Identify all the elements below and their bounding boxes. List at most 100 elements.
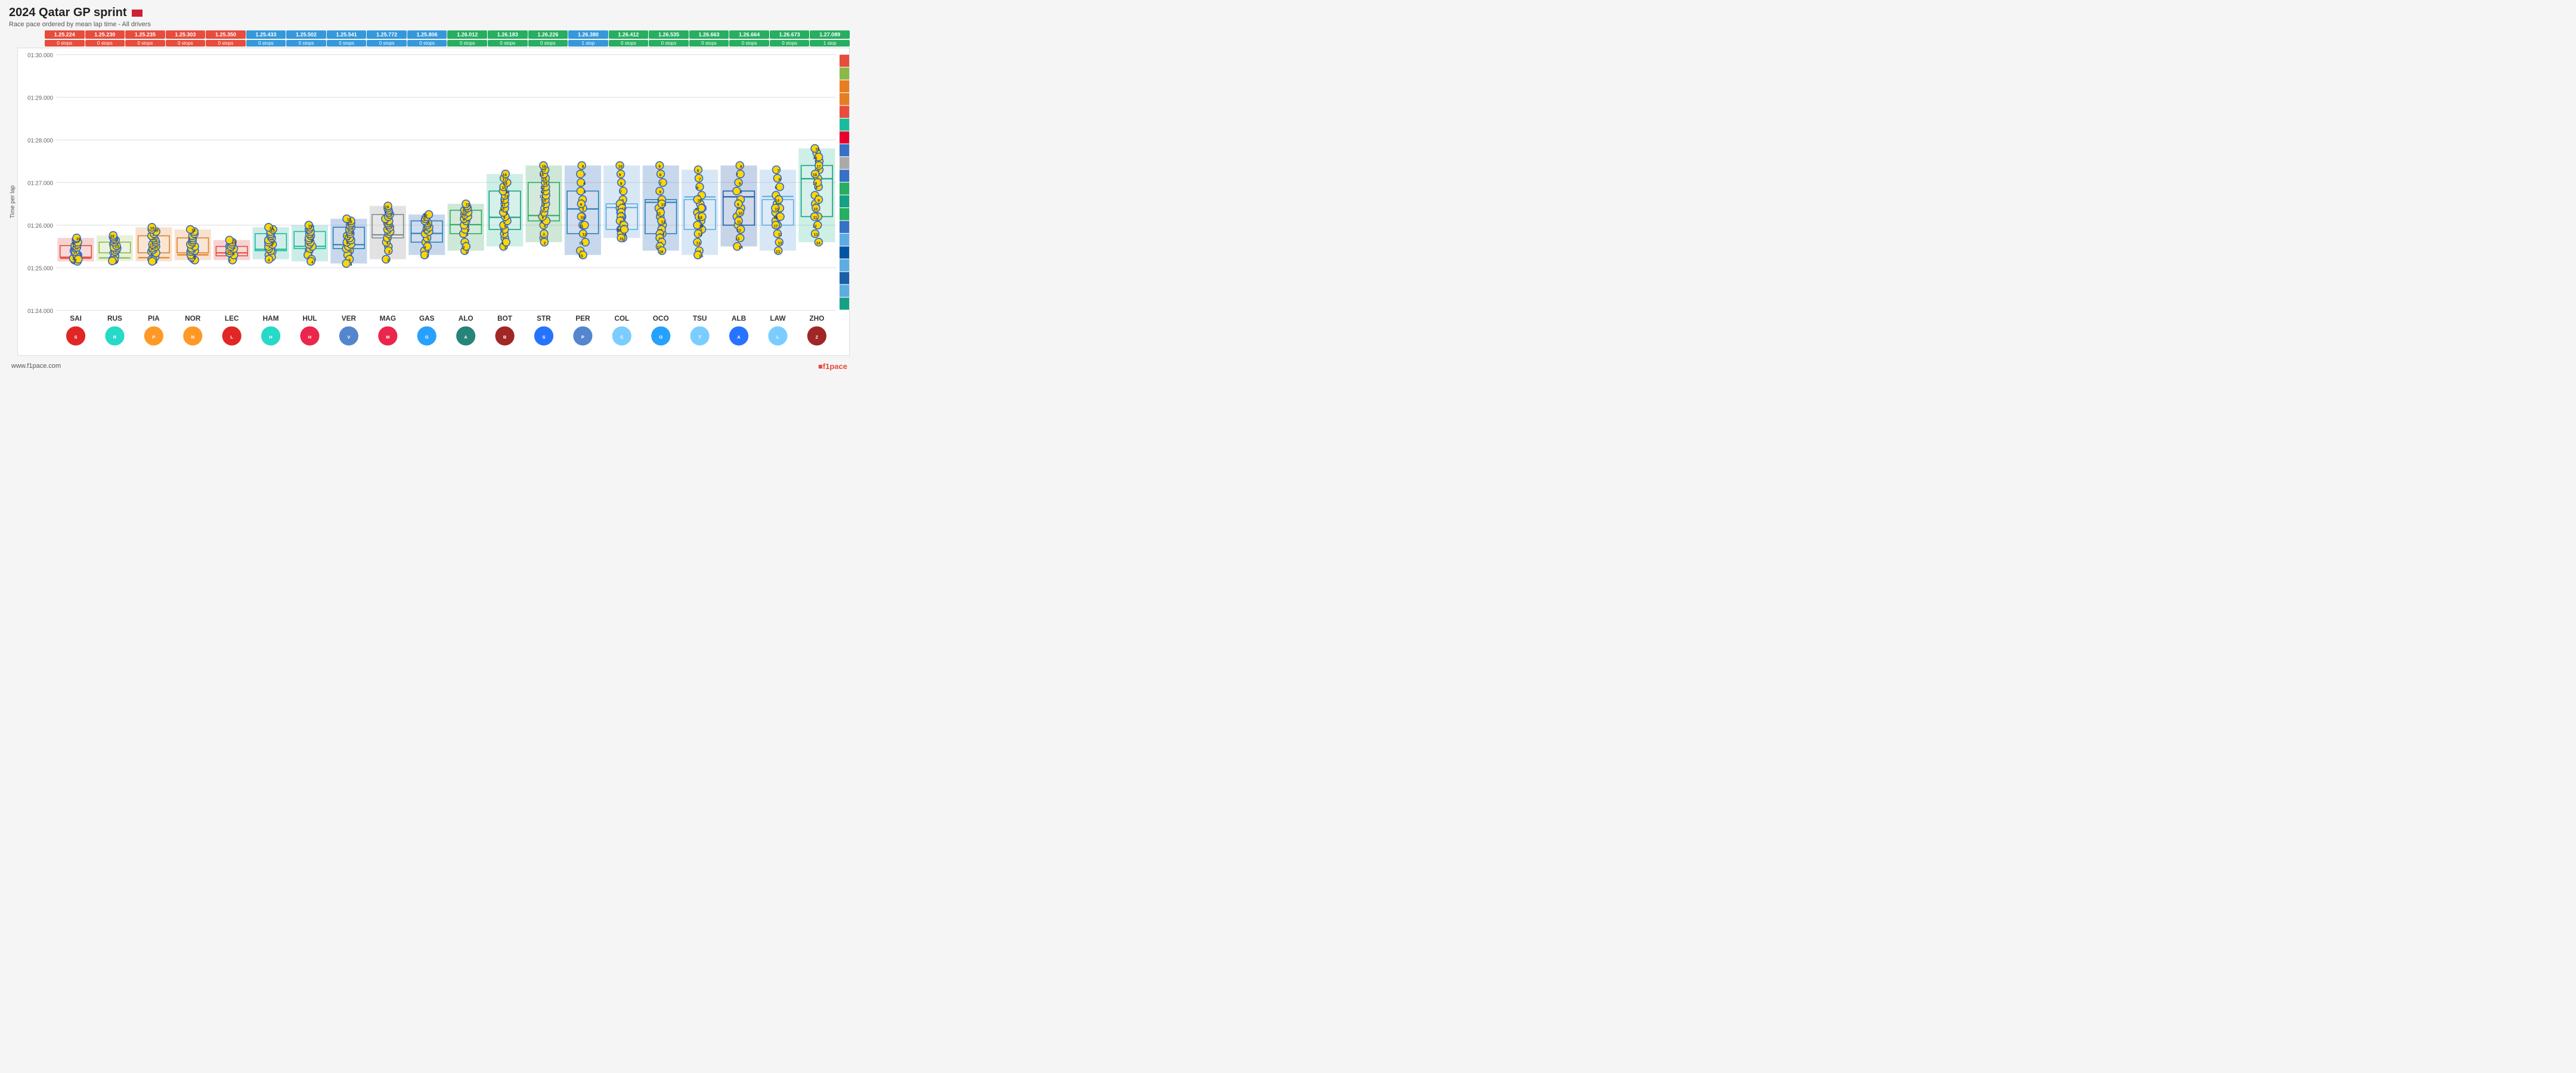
- driver-header-BOT: 1.26.1830 stops: [488, 30, 528, 46]
- title-area: 2024 Qatar GP sprint: [9, 6, 850, 20]
- svg-text:15: 15: [232, 239, 237, 243]
- svg-text:S: S: [75, 334, 78, 340]
- svg-text:4: 4: [268, 259, 270, 263]
- svg-text:BOT: BOT: [497, 315, 513, 322]
- svg-text:15: 15: [579, 254, 584, 258]
- driver-time-RUS: 1.25.230: [85, 30, 125, 39]
- svg-text:2: 2: [387, 259, 389, 263]
- svg-text:A: A: [464, 334, 467, 340]
- driver-stops-ZHO: 1 stop: [810, 40, 850, 46]
- svg-text:01:24.000: 01:24.000: [27, 308, 53, 315]
- y-axis-title: Time per lap: [10, 185, 17, 218]
- svg-text:16: 16: [270, 227, 274, 231]
- driver-header-NOR: 1.25.3030 stops: [166, 30, 206, 46]
- svg-text:01:30.000: 01:30.000: [27, 52, 53, 59]
- svg-text:15: 15: [620, 237, 624, 241]
- svg-text:15: 15: [699, 254, 704, 258]
- svg-text:5: 5: [740, 190, 742, 194]
- svg-text:13: 13: [504, 194, 509, 199]
- driver-stops-BOT: 0 stops: [488, 40, 528, 46]
- svg-text:A: A: [737, 334, 741, 340]
- svg-text:10: 10: [738, 212, 743, 216]
- svg-text:19: 19: [150, 227, 155, 231]
- svg-text:COL: COL: [614, 315, 629, 322]
- svg-text:V: V: [347, 334, 350, 340]
- svg-text:6: 6: [467, 224, 470, 228]
- svg-text:7: 7: [736, 173, 738, 178]
- svg-text:12: 12: [778, 241, 783, 246]
- driver-time-LEC: 1.25.350: [206, 30, 246, 39]
- svg-text:15: 15: [815, 148, 820, 152]
- svg-text:7: 7: [620, 190, 622, 194]
- svg-text:3: 3: [463, 246, 465, 250]
- svg-text:Z: Z: [816, 334, 819, 340]
- driver-header-ALB: 1.26.6640 stops: [729, 30, 769, 46]
- driver-header-HUL: 1.25.5020 stops: [286, 30, 326, 46]
- svg-text:P: P: [581, 334, 584, 340]
- svg-text:22: 22: [617, 229, 622, 233]
- svg-text:18: 18: [541, 165, 546, 169]
- page-wrapper: 2024 Qatar GP sprintRace pace ordered by…: [0, 0, 859, 376]
- svg-text:10: 10: [618, 165, 623, 169]
- driver-header-TSU: 1.26.6630 stops: [689, 30, 729, 46]
- driver-time-NOR: 1.25.303: [166, 30, 206, 39]
- driver-header-LAW: 1.26.6730 stops: [770, 30, 810, 46]
- svg-text:7: 7: [584, 173, 586, 178]
- svg-text:P: P: [152, 334, 155, 340]
- driver-header-PER: 1.26.3801 stop: [568, 30, 608, 46]
- svg-text:6: 6: [660, 190, 662, 194]
- driver-time-VER: 1.25.541: [327, 30, 367, 39]
- svg-text:GAS: GAS: [419, 315, 435, 322]
- driver-stops-GAS: 0 stops: [407, 40, 447, 46]
- svg-text:18: 18: [110, 235, 115, 239]
- svg-text:6: 6: [583, 182, 586, 186]
- svg-text:7: 7: [660, 182, 662, 186]
- flag-icon: [132, 10, 143, 17]
- svg-text:9: 9: [506, 212, 508, 216]
- svg-text:13: 13: [696, 241, 701, 246]
- svg-text:18: 18: [659, 250, 664, 254]
- driver-time-ZHO: 1.27.089: [810, 30, 850, 39]
- footer-url: www.f1pace.com: [11, 362, 61, 370]
- svg-text:3: 3: [388, 250, 391, 254]
- driver-stops-MAG: 0 stops: [367, 40, 407, 46]
- svg-text:ZHO: ZHO: [809, 315, 824, 322]
- svg-text:STR: STR: [537, 315, 551, 322]
- driver-time-SAI: 1.25.224: [45, 30, 85, 39]
- svg-text:4: 4: [424, 246, 426, 250]
- driver-stops-HAM: 0 stops: [246, 40, 286, 46]
- svg-text:3: 3: [501, 241, 504, 246]
- driver-header-LEC: 1.25.3500 stops: [206, 30, 246, 46]
- svg-text:16: 16: [773, 216, 778, 220]
- svg-text:C: C: [620, 334, 624, 340]
- driver-header-COL: 1.26.4120 stops: [609, 30, 649, 46]
- svg-text:15: 15: [466, 203, 470, 207]
- driver-time-BOT: 1.26.183: [488, 30, 528, 39]
- svg-text:HUL: HUL: [302, 315, 317, 322]
- svg-text:01:26.000: 01:26.000: [27, 223, 53, 230]
- driver-header-RUS: 1.25.2300 stops: [85, 30, 125, 46]
- svg-text:15: 15: [775, 207, 779, 212]
- svg-text:5: 5: [467, 229, 469, 233]
- svg-text:3: 3: [543, 233, 545, 237]
- svg-text:17: 17: [816, 165, 821, 169]
- svg-text:10: 10: [580, 216, 585, 220]
- driver-header-PIA: 1.25.2350 stops: [125, 30, 165, 46]
- y-axis-title-wrapper: Time per lap: [9, 48, 17, 356]
- driver-time-GAS: 1.25.806: [407, 30, 447, 39]
- svg-text:9: 9: [75, 259, 77, 263]
- svg-text:11: 11: [737, 220, 741, 224]
- svg-text:17: 17: [773, 224, 778, 228]
- svg-text:16: 16: [813, 156, 818, 160]
- svg-text:18: 18: [191, 229, 196, 233]
- driver-stops-PER: 1 stop: [568, 40, 608, 46]
- svg-text:5: 5: [116, 260, 118, 264]
- svg-text:4: 4: [311, 261, 314, 265]
- svg-text:6: 6: [696, 186, 699, 190]
- svg-text:VER: VER: [342, 315, 357, 322]
- svg-text:8: 8: [660, 173, 662, 178]
- svg-text:LEC: LEC: [225, 315, 239, 322]
- svg-text:4: 4: [466, 233, 469, 237]
- subtitle: Race pace ordered by mean lap time - All…: [9, 21, 850, 28]
- svg-text:13: 13: [776, 250, 781, 254]
